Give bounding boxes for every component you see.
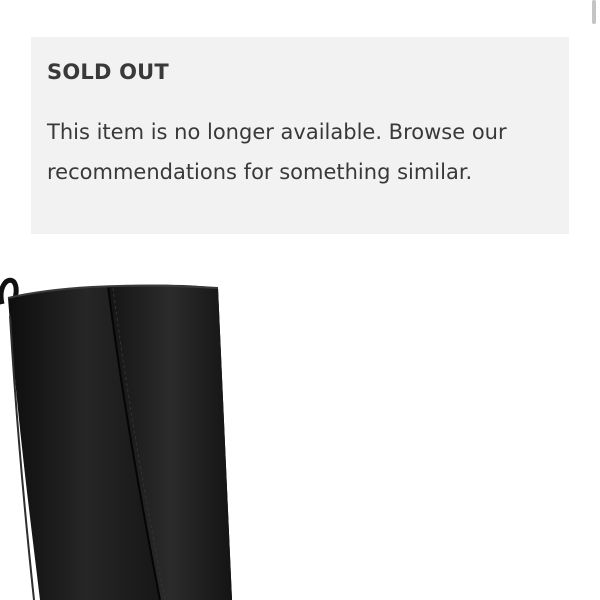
notice-title: SOLD OUT — [47, 60, 169, 84]
product-page: SOLD OUT This item is no longer availabl… — [0, 0, 600, 600]
sold-out-notice: SOLD OUT This item is no longer availabl… — [31, 37, 569, 234]
scrollbar-thumb[interactable] — [592, 0, 596, 24]
product-image-boot[interactable] — [0, 276, 260, 600]
notice-message: This item is no longer available. Browse… — [47, 120, 507, 184]
